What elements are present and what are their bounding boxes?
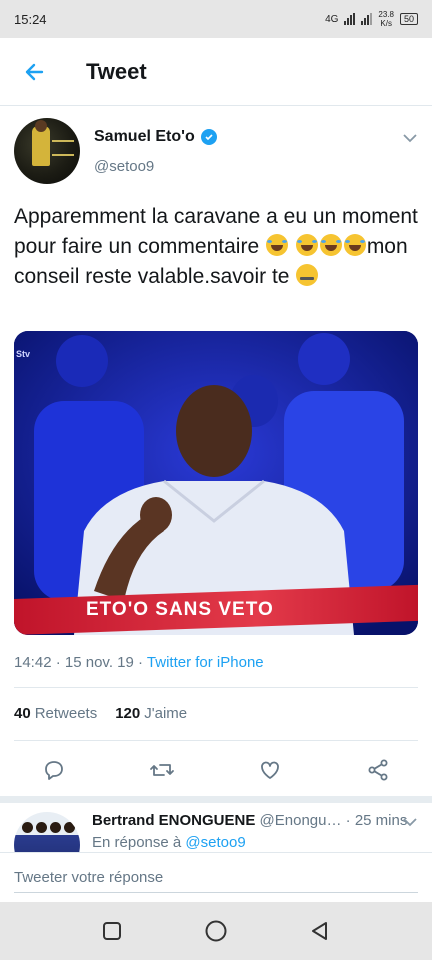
network-label: 4G: [325, 13, 339, 25]
app-header: Tweet: [0, 38, 432, 106]
retweets-count-link[interactable]: 40 Retweets: [14, 705, 97, 722]
verified-badge-icon: [200, 129, 217, 145]
laughing-tears-emoji-icon: [343, 234, 366, 256]
back-nav-button[interactable]: [298, 909, 342, 953]
retweet-icon: [150, 764, 174, 776]
reply-to-handle-link[interactable]: @setoo9: [185, 834, 245, 851]
status-bar: 15:24 4G 23.8 K/s 50: [0, 0, 432, 38]
signal-icon: [344, 13, 356, 25]
tweet-author: Samuel Eto'o @setoo9: [14, 118, 418, 186]
author-handle[interactable]: @setoo9: [94, 158, 154, 175]
tweet-time: 14:42: [14, 654, 52, 671]
chevron-down-icon: [403, 134, 417, 143]
channel-logo: Stv: [16, 349, 31, 359]
tweet-counts: 40 Retweets 120 J'aime: [14, 705, 187, 722]
laughing-tears-emoji-icon: [265, 234, 288, 256]
author-name-row[interactable]: Samuel Eto'o: [94, 128, 217, 146]
reply-author-name[interactable]: Bertrand ENONGUENE: [92, 812, 255, 829]
likes-count-link[interactable]: 120 J'aime: [115, 705, 187, 722]
arrow-left-icon: [25, 63, 44, 80]
laughing-tears-emoji-icon: [319, 234, 342, 256]
recent-apps-button[interactable]: [90, 909, 134, 953]
share-button[interactable]: [364, 756, 392, 784]
network-speed: 23.8 K/s: [378, 10, 394, 28]
reply-options-button[interactable]: [402, 814, 418, 835]
zipper-mouth-emoji-icon: [296, 264, 319, 286]
reply-header: Bertrand ENONGUENE @Enongu… · 25 mins: [92, 812, 408, 829]
tweet-media-image[interactable]: Stv ETO'O SANS VETO: [14, 331, 418, 635]
media-caption-text: ETO'O SANS VETO: [86, 599, 274, 621]
reply-avatar[interactable]: [14, 812, 80, 852]
circle-icon: [205, 920, 227, 942]
comment-icon: [45, 761, 63, 780]
triangle-back-icon: [312, 922, 327, 940]
tweet-source-link[interactable]: Twitter for iPhone: [147, 654, 264, 671]
reply-context: En réponse à @setoo9: [92, 834, 246, 851]
tweet-actions: [14, 752, 418, 788]
like-button[interactable]: [256, 756, 284, 784]
author-name[interactable]: Samuel Eto'o: [94, 128, 195, 146]
home-button[interactable]: [194, 909, 238, 953]
reply-composer: [0, 852, 432, 902]
reply-age: 25 mins: [354, 812, 408, 829]
author-avatar[interactable]: [14, 118, 80, 184]
reply-input[interactable]: [14, 863, 418, 893]
square-icon: [103, 922, 121, 940]
battery-icon: 50: [399, 13, 418, 25]
system-nav-bar: [0, 902, 432, 960]
section-separator: [0, 796, 432, 803]
divider: [14, 687, 418, 688]
status-time: 15:24: [14, 11, 47, 27]
page-title: Tweet: [86, 58, 147, 84]
chevron-down-icon: [403, 818, 417, 827]
retweet-button[interactable]: [148, 756, 176, 784]
back-button[interactable]: [0, 38, 68, 106]
laughing-tears-emoji-icon: [295, 234, 318, 256]
reply-button[interactable]: [40, 756, 68, 784]
reply-tweet[interactable]: Bertrand ENONGUENE @Enongu… · 25 mins En…: [0, 808, 432, 852]
signal-icon-2: [361, 13, 373, 25]
tweet-text: Apparemment la caravane a eu un moment p…: [14, 202, 420, 292]
tweet-options-button[interactable]: [402, 130, 418, 151]
reply-author-handle[interactable]: @Enongu…: [260, 812, 342, 829]
tweet-date: 15 nov. 19: [64, 654, 134, 671]
heart-icon: [261, 761, 279, 779]
share-icon: [368, 759, 388, 781]
tweet-meta: 14:42 · 15 nov. 19 · Twitter for iPhone: [14, 654, 264, 671]
divider: [14, 740, 418, 741]
status-icons: 4G 23.8 K/s 50: [325, 10, 418, 28]
